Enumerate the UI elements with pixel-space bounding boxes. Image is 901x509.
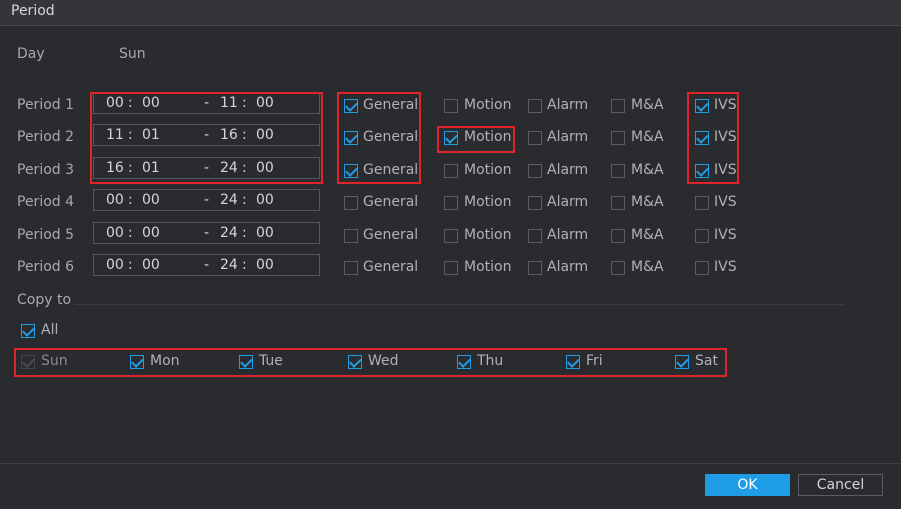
end-minute[interactable]: 00 — [256, 225, 274, 241]
highlight-time-periods — [90, 92, 323, 184]
period-4-general-label: General — [363, 194, 419, 210]
period-6-label: Period 6 — [17, 259, 75, 275]
ok-button[interactable]: OK — [705, 474, 790, 496]
period-3-motion-label: Motion — [464, 162, 512, 178]
end-colon: : — [242, 192, 247, 208]
copy-to-divider — [74, 304, 844, 305]
window-title: Period — [11, 3, 55, 19]
period-1-alarm-checkbox[interactable] — [528, 99, 542, 113]
cancel-button[interactable]: Cancel — [798, 474, 883, 496]
end-hour[interactable]: 24 — [220, 257, 238, 273]
period-5-motion-checkbox[interactable] — [444, 229, 458, 243]
period-5-ivs-checkbox[interactable] — [695, 229, 709, 243]
start-hour[interactable]: 00 — [106, 225, 124, 241]
end-minute[interactable]: 00 — [256, 192, 274, 208]
highlight-copy-days — [14, 348, 727, 377]
end-hour[interactable]: 24 — [220, 225, 238, 241]
start-colon: : — [128, 192, 133, 208]
end-minute[interactable]: 00 — [256, 257, 274, 273]
period-6-alarm-checkbox[interactable] — [528, 261, 542, 275]
period-4-ivs-label: IVS — [714, 194, 737, 210]
highlight-general-column — [337, 92, 421, 184]
period-6-motion-label: Motion — [464, 259, 512, 275]
day-value: Sun — [119, 46, 146, 62]
end-colon: : — [242, 225, 247, 241]
period-1-label: Period 1 — [17, 97, 75, 113]
period-1-ma-label: M&A — [631, 97, 664, 113]
period-2-alarm-label: Alarm — [547, 129, 589, 145]
period-4-time-range[interactable]: 00:00-24:00 — [93, 189, 320, 211]
period-5-label: Period 5 — [17, 227, 75, 243]
period-1-ma-checkbox[interactable] — [611, 99, 625, 113]
period-1-alarm-label: Alarm — [547, 97, 589, 113]
period-1-motion-label: Motion — [464, 97, 512, 113]
period-5-general-label: General — [363, 227, 419, 243]
period-4-general-checkbox[interactable] — [344, 196, 358, 210]
range-dash: - — [204, 225, 210, 241]
day-label: Day — [17, 46, 45, 62]
period-5-motion-label: Motion — [464, 227, 512, 243]
end-colon: : — [242, 257, 247, 273]
title-bar: Period — [0, 0, 901, 26]
period-4-ivs-checkbox[interactable] — [695, 196, 709, 210]
range-dash: - — [204, 257, 210, 273]
period-4-alarm-checkbox[interactable] — [528, 196, 542, 210]
period-2-ma-checkbox[interactable] — [611, 131, 625, 145]
start-hour[interactable]: 00 — [106, 192, 124, 208]
period-4-label: Period 4 — [17, 194, 75, 210]
start-minute[interactable]: 00 — [142, 257, 160, 273]
period-5-time-range[interactable]: 00:00-24:00 — [93, 222, 320, 244]
period-4-ma-checkbox[interactable] — [611, 196, 625, 210]
period-3-motion-checkbox[interactable] — [444, 164, 458, 178]
period-5-ivs-label: IVS — [714, 227, 737, 243]
period-3-alarm-checkbox[interactable] — [528, 164, 542, 178]
period-6-general-label: General — [363, 259, 419, 275]
copy-all-checkbox[interactable] — [21, 324, 35, 338]
start-colon: : — [128, 225, 133, 241]
start-minute[interactable]: 00 — [142, 192, 160, 208]
footer-divider — [0, 463, 901, 464]
period-6-ma-label: M&A — [631, 259, 664, 275]
period-3-ma-checkbox[interactable] — [611, 164, 625, 178]
start-minute[interactable]: 00 — [142, 225, 160, 241]
period-5-ma-label: M&A — [631, 227, 664, 243]
end-hour[interactable]: 24 — [220, 192, 238, 208]
period-4-ma-label: M&A — [631, 194, 664, 210]
period-5-alarm-checkbox[interactable] — [528, 229, 542, 243]
period-4-motion-checkbox[interactable] — [444, 196, 458, 210]
period-5-ma-checkbox[interactable] — [611, 229, 625, 243]
period-4-motion-label: Motion — [464, 194, 512, 210]
period-1-motion-checkbox[interactable] — [444, 99, 458, 113]
period-2-alarm-checkbox[interactable] — [528, 131, 542, 145]
period-3-alarm-label: Alarm — [547, 162, 589, 178]
period-2-label: Period 2 — [17, 129, 75, 145]
period-4-alarm-label: Alarm — [547, 194, 589, 210]
period-6-ivs-label: IVS — [714, 259, 737, 275]
period-3-ma-label: M&A — [631, 162, 664, 178]
start-colon: : — [128, 257, 133, 273]
copy-all-label: All — [41, 322, 59, 338]
period-6-general-checkbox[interactable] — [344, 261, 358, 275]
period-6-time-range[interactable]: 00:00-24:00 — [93, 254, 320, 276]
highlight-motion-period2 — [437, 126, 515, 153]
highlight-ivs-column — [687, 92, 739, 184]
period-6-ma-checkbox[interactable] — [611, 261, 625, 275]
period-5-general-checkbox[interactable] — [344, 229, 358, 243]
period-6-motion-checkbox[interactable] — [444, 261, 458, 275]
period-6-ivs-checkbox[interactable] — [695, 261, 709, 275]
period-3-label: Period 3 — [17, 162, 75, 178]
range-dash: - — [204, 192, 210, 208]
period-2-ma-label: M&A — [631, 129, 664, 145]
start-hour[interactable]: 00 — [106, 257, 124, 273]
copy-to-label: Copy to — [17, 292, 72, 308]
period-5-alarm-label: Alarm — [547, 227, 589, 243]
period-6-alarm-label: Alarm — [547, 259, 589, 275]
